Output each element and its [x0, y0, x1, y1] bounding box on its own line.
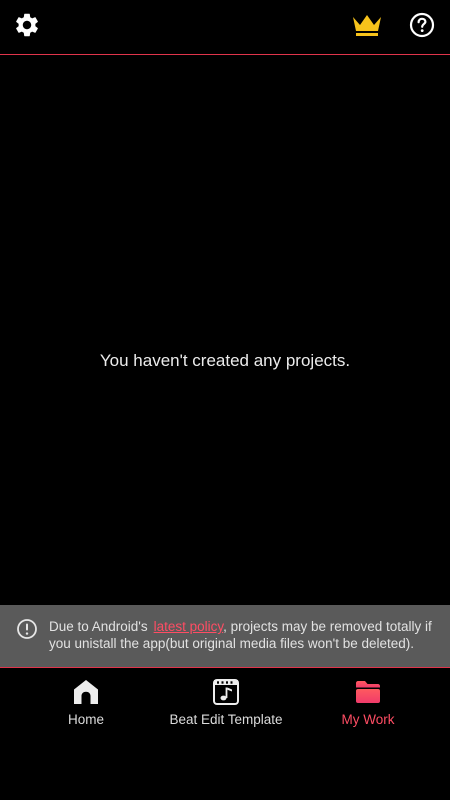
bottom-navigation: Home Beat Edit Template My Work	[0, 669, 450, 800]
home-icon	[71, 677, 101, 707]
nav-label-home: Home	[67, 712, 104, 727]
notice-line-2: you unistall the app(but original media …	[49, 636, 415, 651]
help-icon	[409, 12, 435, 43]
music-frame-icon	[211, 677, 241, 707]
nav-label-my-work: My Work	[341, 712, 395, 727]
premium-button[interactable]	[349, 9, 385, 45]
policy-notice-banner: Due to Android's latest policy, projects …	[0, 605, 450, 668]
notice-text: Due to Android's latest policy, projects …	[49, 618, 450, 652]
latest-policy-link[interactable]: latest policy	[154, 619, 224, 634]
help-button[interactable]	[404, 9, 440, 45]
notice-suffix: , projects may be removed totally if	[223, 619, 432, 634]
nav-label-beat-edit-template: Beat Edit Template	[169, 712, 283, 727]
top-bar	[0, 0, 450, 55]
folder-icon	[353, 677, 383, 707]
nav-item-my-work[interactable]: My Work	[332, 677, 404, 727]
settings-button[interactable]	[9, 9, 45, 45]
nav-item-beat-edit-template[interactable]: Beat Edit Template	[156, 677, 296, 727]
gear-icon	[13, 11, 41, 44]
crown-icon	[351, 12, 383, 43]
notice-prefix: Due to Android's	[49, 619, 148, 634]
empty-state-message: You haven't created any projects.	[99, 351, 351, 370]
nav-item-home[interactable]: Home	[55, 677, 117, 727]
info-icon	[16, 618, 38, 640]
